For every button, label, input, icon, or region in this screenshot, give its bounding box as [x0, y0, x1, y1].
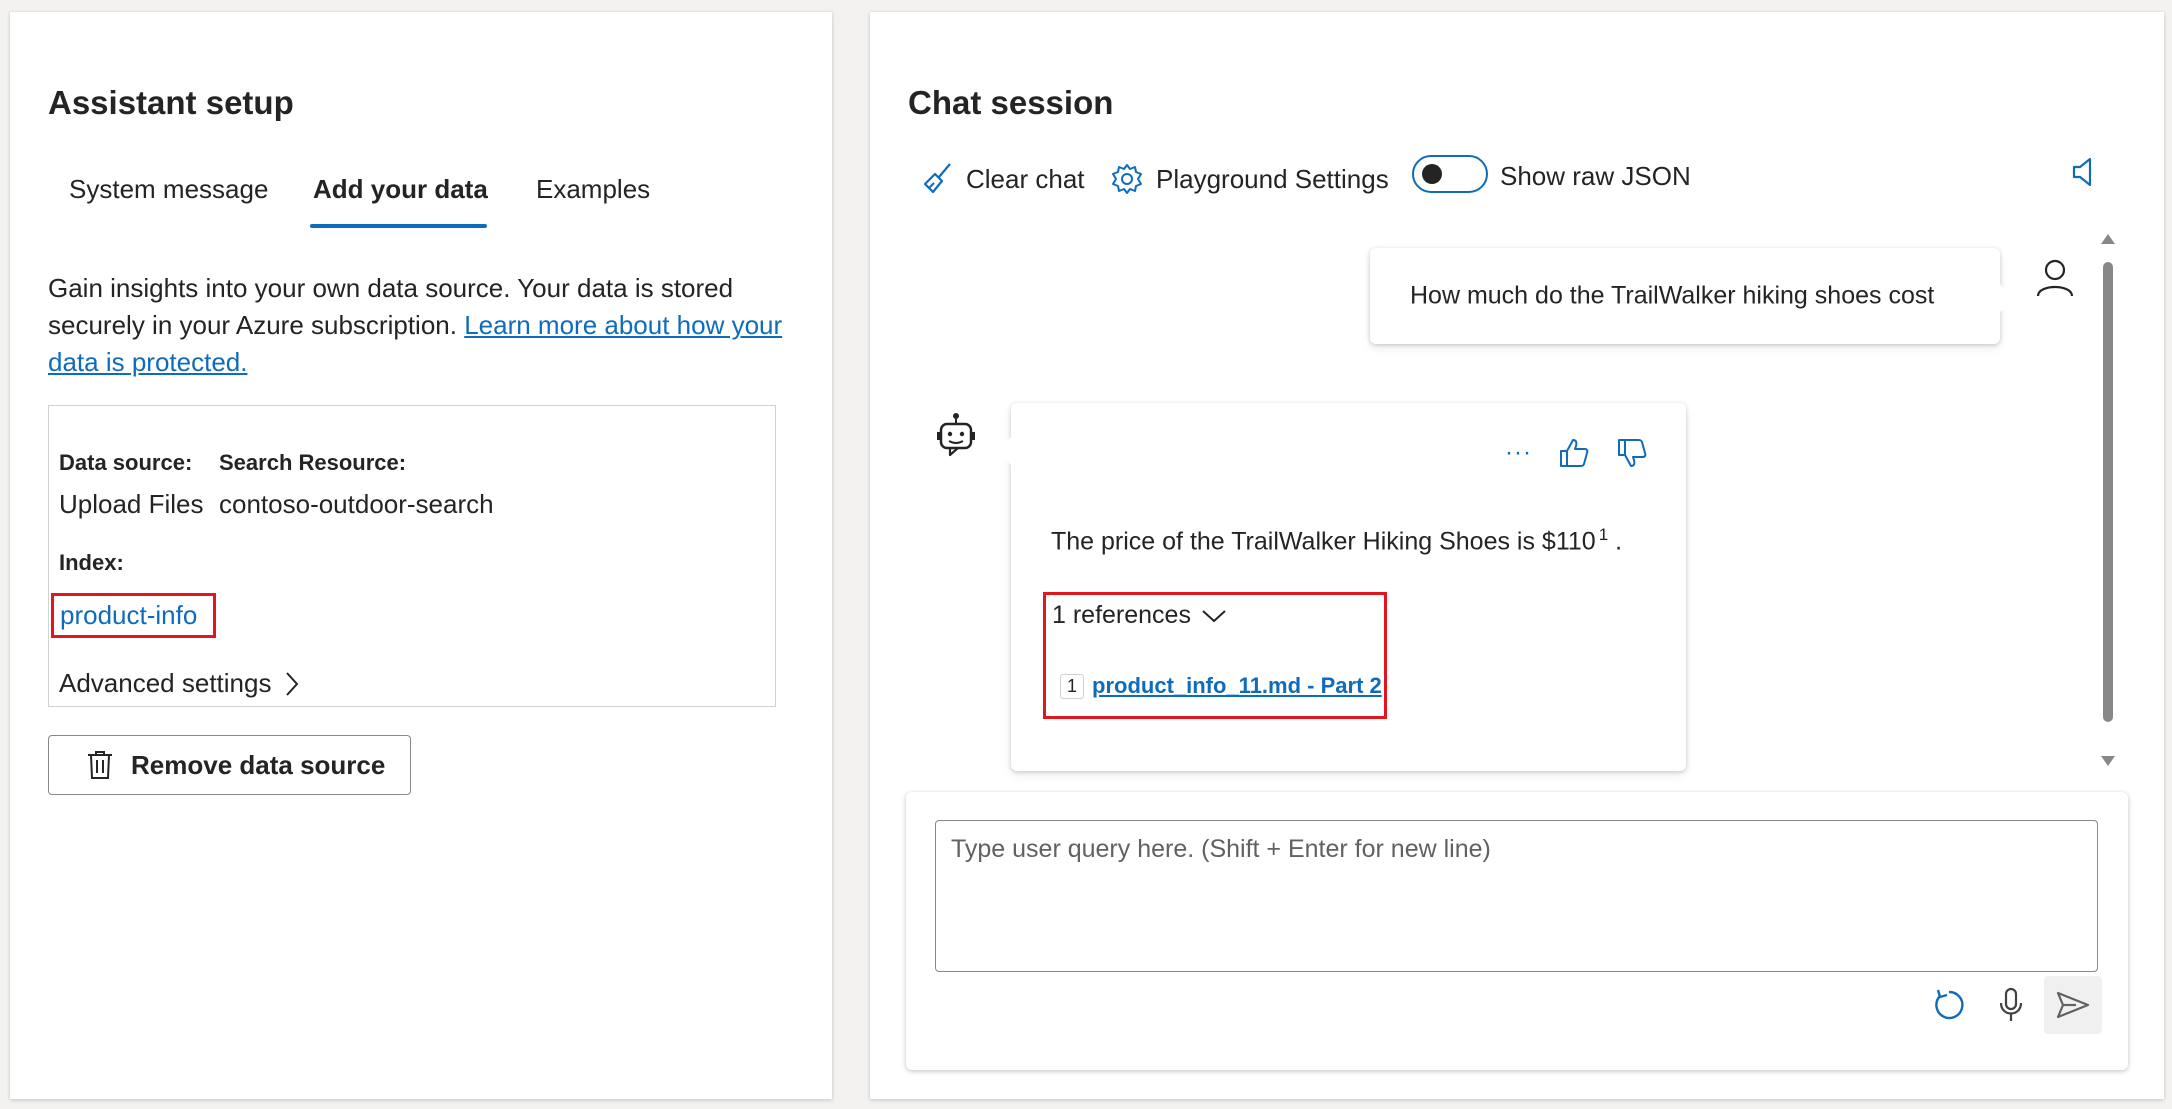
send-button[interactable] [2044, 976, 2102, 1034]
references-section: 1 references 1 product_info_11.md - Part… [1043, 592, 1387, 719]
references-toggle-label: 1 references [1052, 601, 1191, 629]
assistant-setup-panel: Assistant setup System message Add your … [10, 12, 832, 1099]
data-source-label: Data source: [59, 450, 193, 475]
gear-icon [1110, 162, 1144, 196]
scroll-thumb[interactable] [2103, 262, 2113, 722]
clear-chat-button[interactable]: Clear chat [922, 162, 1085, 196]
chat-session-panel: Chat session Clear chat Playground Setti… [870, 12, 2164, 1099]
tab-examples[interactable]: Examples [536, 174, 650, 205]
assistant-message-bubble: ··· The price of the TrailWalker Hiking … [997, 403, 1686, 771]
index-label: Index: [59, 550, 124, 575]
user-message-text: How much do the TrailWalker hiking shoes… [1410, 281, 1935, 310]
remove-data-source-label: Remove data source [131, 749, 386, 780]
broom-icon [922, 162, 954, 196]
thumbs-up-icon[interactable] [1558, 437, 1590, 469]
microphone-button[interactable] [1982, 976, 2040, 1034]
show-raw-json-toggle[interactable]: Show raw JSON [1412, 155, 1691, 193]
assistant-answer: The price of the TrailWalker Hiking Shoe… [1051, 525, 1622, 556]
remove-data-source-button[interactable]: Remove data source [48, 735, 411, 795]
reference-item: 1 product_info_11.md - Part 2 [1060, 673, 1382, 699]
trash-icon [87, 750, 113, 780]
chat-scrollbar[interactable] [2101, 234, 2115, 766]
microphone-icon [1998, 987, 2024, 1023]
search-resource-value: contoso-outdoor-search [219, 489, 494, 519]
scroll-down-arrow[interactable] [2101, 756, 2115, 766]
playground-settings-label: Playground Settings [1156, 163, 1389, 194]
assistant-answer-text: The price of the TrailWalker Hiking Shoe… [1051, 527, 1596, 556]
scroll-up-arrow[interactable] [2101, 234, 2115, 244]
tab-system-message[interactable]: System message [69, 174, 268, 205]
user-avatar-icon [2036, 258, 2074, 298]
chevron-right-icon [285, 671, 299, 697]
input-actions [1920, 976, 2102, 1034]
active-tab-indicator [310, 224, 487, 228]
show-raw-json-label: Show raw JSON [1500, 160, 1691, 191]
reference-link[interactable]: product_info_11.md - Part 2 [1092, 673, 1382, 699]
user-message-bubble: How much do the TrailWalker hiking shoes… [1370, 248, 2014, 344]
data-source-value: Upload Files [59, 489, 204, 519]
switch-knob [1422, 164, 1442, 184]
clear-chat-label: Clear chat [966, 163, 1085, 194]
data-source-box: Data source: Upload Files Search Resourc… [48, 405, 776, 707]
answer-end: . [1615, 527, 1623, 556]
search-resource-label: Search Resource: [219, 450, 407, 475]
refresh-icon [1931, 987, 1967, 1023]
speaker-icon[interactable] [2070, 154, 2098, 190]
playground-settings-button[interactable]: Playground Settings [1110, 162, 1389, 196]
send-icon [2056, 991, 2090, 1019]
citation-marker[interactable]: 1 [1599, 525, 1608, 544]
references-toggle[interactable]: 1 references [1052, 601, 1227, 630]
query-input[interactable] [935, 820, 2098, 972]
chat-session-title: Chat session [908, 84, 1114, 121]
chat-input-card [906, 792, 2128, 1070]
advanced-settings-label: Advanced settings [59, 668, 272, 698]
more-actions-button[interactable]: ··· [1505, 439, 1532, 467]
thumbs-down-icon[interactable] [1616, 437, 1648, 469]
tab-add-your-data[interactable]: Add your data [313, 174, 488, 205]
assistant-setup-title: Assistant setup [48, 84, 294, 121]
message-actions: ··· [1505, 437, 1648, 469]
raw-json-switch[interactable] [1412, 155, 1488, 193]
reference-number: 1 [1060, 673, 1085, 699]
index-link[interactable]: product-info [51, 593, 216, 638]
advanced-settings-button[interactable]: Advanced settings [59, 668, 299, 699]
bot-avatar-icon [936, 412, 976, 458]
data-description: Gain insights into your own data source.… [48, 270, 808, 381]
refresh-button[interactable] [1920, 976, 1978, 1034]
chevron-down-icon [1201, 609, 1227, 623]
